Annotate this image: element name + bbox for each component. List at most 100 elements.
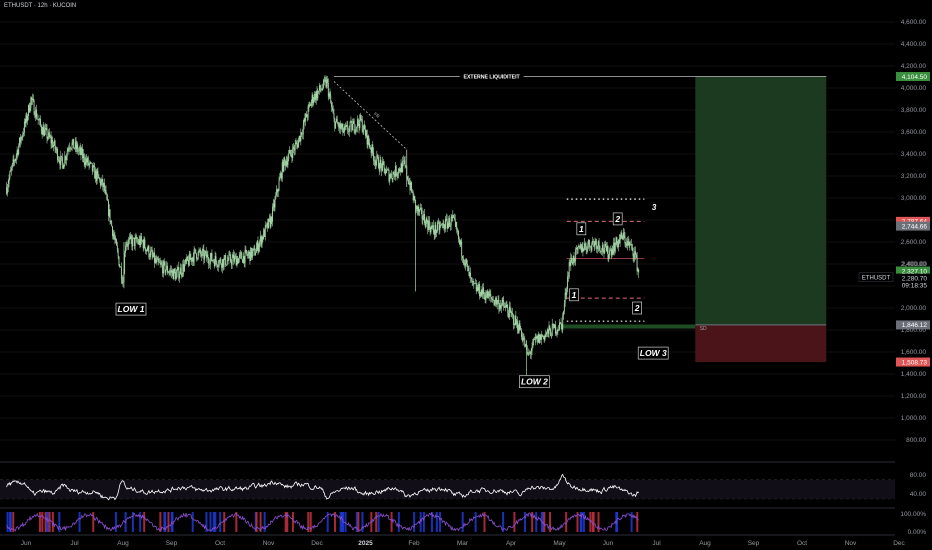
osc-bar	[143, 512, 146, 532]
candle-body	[167, 272, 169, 274]
candle-body	[413, 196, 415, 201]
candle-body	[261, 236, 263, 245]
candle-body	[504, 305, 505, 308]
candle-body	[352, 123, 354, 131]
trading-chart[interactable]: EXTERNE LIQUIDITEITFRLOW 1LOW 2LOW 31231…	[0, 0, 932, 550]
candle-body	[160, 263, 162, 264]
candle-body	[361, 119, 363, 132]
candle-body	[489, 294, 491, 296]
candle-body	[226, 264, 227, 266]
candle-body	[114, 237, 116, 241]
candle-body	[43, 126, 45, 137]
time-tick: Jun	[603, 540, 614, 547]
candle-body	[277, 190, 279, 193]
candle-body	[501, 300, 503, 305]
candle-body	[353, 120, 355, 132]
candle-body	[217, 265, 219, 267]
candle-body	[186, 256, 188, 262]
candle-body	[419, 209, 421, 213]
candle-body	[285, 160, 286, 166]
candle-body	[369, 142, 370, 148]
candle-body	[487, 290, 489, 299]
candle-body	[597, 246, 598, 250]
candle-body	[112, 226, 113, 236]
candle-body	[274, 198, 276, 208]
price-tick: 4,600.00	[901, 19, 927, 26]
candle-body	[341, 124, 343, 128]
candle-body	[56, 148, 58, 151]
candle-body	[124, 246, 126, 253]
candle-body	[377, 155, 379, 158]
candle-body	[57, 159, 59, 161]
candle-body	[94, 166, 96, 179]
candle-body	[546, 329, 548, 333]
candle-body	[19, 137, 21, 143]
candle-body	[32, 98, 34, 101]
candle-body	[570, 257, 572, 266]
candle-body	[433, 232, 435, 235]
candle-body	[300, 132, 302, 141]
candle-body	[404, 160, 406, 167]
candle-body	[102, 179, 104, 188]
candle-body	[44, 129, 46, 137]
candle-body	[549, 326, 551, 330]
candle-body	[140, 236, 142, 246]
candle-body	[76, 144, 78, 149]
candle-body	[228, 254, 230, 261]
candle-body	[412, 192, 414, 201]
candle-body	[471, 279, 473, 282]
candle-body	[626, 242, 628, 246]
candle-body	[532, 340, 534, 348]
candle-body	[297, 143, 299, 148]
candle-body	[355, 126, 357, 132]
candle-body	[80, 147, 82, 155]
candle-body	[384, 167, 386, 175]
candle-body	[365, 130, 367, 136]
candle-body	[496, 297, 497, 305]
candle-body	[254, 248, 256, 256]
candle-body	[62, 163, 64, 169]
candle-body	[323, 79, 324, 88]
candle-body	[400, 163, 402, 172]
candle-body	[634, 251, 636, 259]
candle-body	[53, 140, 55, 145]
candle-body	[120, 266, 122, 280]
candle-body	[596, 241, 598, 250]
candle-body	[296, 142, 298, 144]
candle-body	[366, 130, 368, 145]
candle-body	[632, 248, 634, 256]
candle-body	[569, 262, 571, 266]
candle-body	[178, 267, 180, 279]
candle-body	[462, 258, 464, 263]
candle-body	[430, 226, 432, 233]
candle-body	[191, 257, 193, 262]
candle-body	[572, 255, 574, 265]
candle-body	[376, 155, 378, 162]
candle-body	[279, 177, 281, 181]
candle-body	[595, 241, 597, 242]
price-tick: 2,000.00	[901, 305, 927, 312]
candle-body	[116, 239, 117, 246]
candle-body	[345, 125, 347, 128]
candle-body	[479, 284, 480, 296]
candle-body	[99, 179, 101, 186]
osc-bar	[439, 512, 442, 532]
candle-body	[103, 182, 105, 191]
candle-body	[225, 255, 227, 266]
candle-body	[129, 235, 131, 238]
candle-body	[493, 300, 495, 305]
candle-body	[339, 123, 341, 129]
osc-bar	[390, 512, 393, 532]
time-tick: 2025	[358, 540, 373, 547]
candle-body	[455, 222, 457, 227]
candle-body	[349, 121, 351, 128]
candle-body	[598, 241, 600, 247]
candle-body	[344, 126, 346, 128]
candle-body	[335, 118, 337, 122]
candle-body	[402, 160, 404, 172]
candle-body	[408, 182, 410, 184]
candle-body	[561, 323, 563, 330]
candle-body	[517, 329, 519, 333]
candle-body	[101, 179, 103, 182]
candle-body	[65, 156, 67, 161]
